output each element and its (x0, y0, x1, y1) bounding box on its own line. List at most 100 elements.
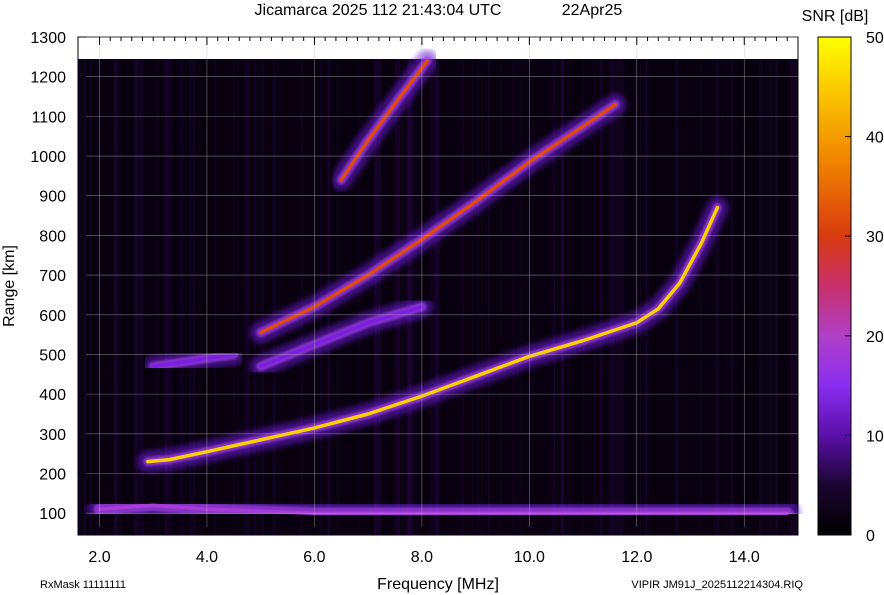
y-tick-label: 1100 (32, 109, 67, 126)
noise-streak (520, 59, 522, 535)
colorbar-tick-label: 20 (866, 329, 884, 346)
noise-streak (634, 59, 637, 535)
colorbar-tick-label: 10 (866, 428, 884, 445)
noise-streak (646, 59, 649, 535)
rxmask-label: RxMask 11111111 (40, 579, 126, 591)
colorbar-tick-label: 0 (866, 528, 875, 545)
noise-streak (759, 59, 761, 535)
x-tick-label: 2.0 (88, 549, 110, 566)
noise-streak (232, 59, 236, 535)
noise-streak (602, 59, 605, 535)
noise-streak (272, 59, 276, 535)
noise-streak (761, 59, 763, 535)
noise-streak (115, 59, 118, 535)
noise-streak (276, 59, 279, 535)
noise-streak (301, 59, 303, 535)
x-tick-label: 8.0 (411, 549, 433, 566)
noise-streak (613, 59, 616, 535)
noise-streak (551, 59, 554, 535)
y-tick-label: 400 (39, 387, 66, 404)
colorbar-tick-label: 50 (866, 30, 884, 47)
noise-streak (768, 59, 770, 535)
noise-streak (717, 59, 720, 535)
noise-streak (700, 59, 702, 535)
noise-streak (262, 59, 264, 535)
noise-streak (723, 59, 725, 535)
noise-streak (499, 59, 502, 535)
noise-streak (639, 59, 642, 535)
y-tick-label: 300 (39, 427, 66, 444)
noise-streak (282, 59, 285, 535)
colorbar-tick-label: 30 (866, 229, 884, 246)
noise-streak (457, 59, 459, 535)
noise-streak (644, 59, 647, 535)
y-tick-label: 100 (39, 506, 66, 523)
x-tick-label: 6.0 (303, 549, 325, 566)
noise-streak (775, 59, 778, 535)
noise-streak (548, 59, 550, 535)
noise-streak (135, 59, 137, 535)
y-tick-label: 200 (39, 466, 66, 483)
y-tick-label: 600 (39, 308, 66, 325)
noise-streak (395, 59, 398, 535)
noise-streak (770, 59, 773, 535)
noise-streak (532, 59, 534, 535)
noise-streak (517, 59, 519, 535)
noise-streak (435, 59, 438, 535)
noise-streak (620, 59, 623, 535)
noise-streak (616, 59, 619, 535)
x-tick-label: 12.0 (621, 549, 652, 566)
noise-streak (512, 59, 515, 535)
y-tick-label: 800 (39, 228, 66, 245)
noise-streak (412, 59, 416, 535)
noise-streak (726, 59, 728, 535)
y-tick-label: 1300 (30, 30, 66, 47)
noise-streak (80, 59, 82, 535)
chart-title: Jicamarca 2025 112 21:43:04 UTC (255, 2, 502, 19)
noise-streak (714, 59, 717, 535)
noise-streak (731, 59, 734, 535)
noise-streak (794, 59, 797, 535)
noise-streak (409, 59, 411, 535)
noise-streak (78, 59, 80, 535)
x-tick-label: 10.0 (514, 549, 545, 566)
x-tick-label: 14.0 (729, 549, 760, 566)
colorbar-tick-label: 40 (866, 130, 884, 147)
y-tick-label: 1200 (30, 70, 66, 87)
noise-streak (471, 59, 474, 535)
noise-streak (402, 59, 404, 535)
noise-streak (397, 59, 401, 535)
noise-streak (358, 59, 361, 535)
noise-streak (481, 59, 483, 535)
noise-streak (429, 59, 432, 535)
noise-streak (238, 59, 240, 535)
noise-streak (90, 59, 92, 535)
noise-streak (791, 59, 793, 535)
noise-streak (84, 59, 86, 535)
noise-streak (248, 59, 250, 535)
noise-streak (765, 59, 768, 535)
noise-streak (296, 59, 300, 535)
noise-streak (488, 59, 490, 535)
noise-streak (623, 59, 625, 535)
noise-streak (461, 59, 465, 535)
y-tick-label: 900 (39, 189, 66, 206)
noise-streak (214, 59, 217, 535)
x-tick-label: 4.0 (196, 549, 218, 566)
y-tick-label: 700 (39, 268, 66, 285)
y-tick-label: 1000 (30, 149, 66, 166)
noise-streak (245, 59, 248, 535)
colorbar (817, 36, 852, 536)
chart-date: 22Apr25 (562, 2, 623, 19)
noise-streak (432, 59, 435, 535)
noise-streak (254, 59, 257, 535)
noise-streak (95, 59, 97, 535)
noise-streak (258, 59, 261, 535)
noise-streak (787, 59, 790, 535)
y-axis-label: Range [km] (1, 245, 18, 327)
ionogram-chart: Jicamarca 2025 112 21:43:04 UTC 22Apr25 … (1, 2, 884, 593)
noise-streak (553, 59, 556, 535)
noise-streak (599, 59, 601, 535)
noise-streak (477, 59, 480, 535)
x-axis-label: Frequency [MHz] (377, 576, 499, 593)
